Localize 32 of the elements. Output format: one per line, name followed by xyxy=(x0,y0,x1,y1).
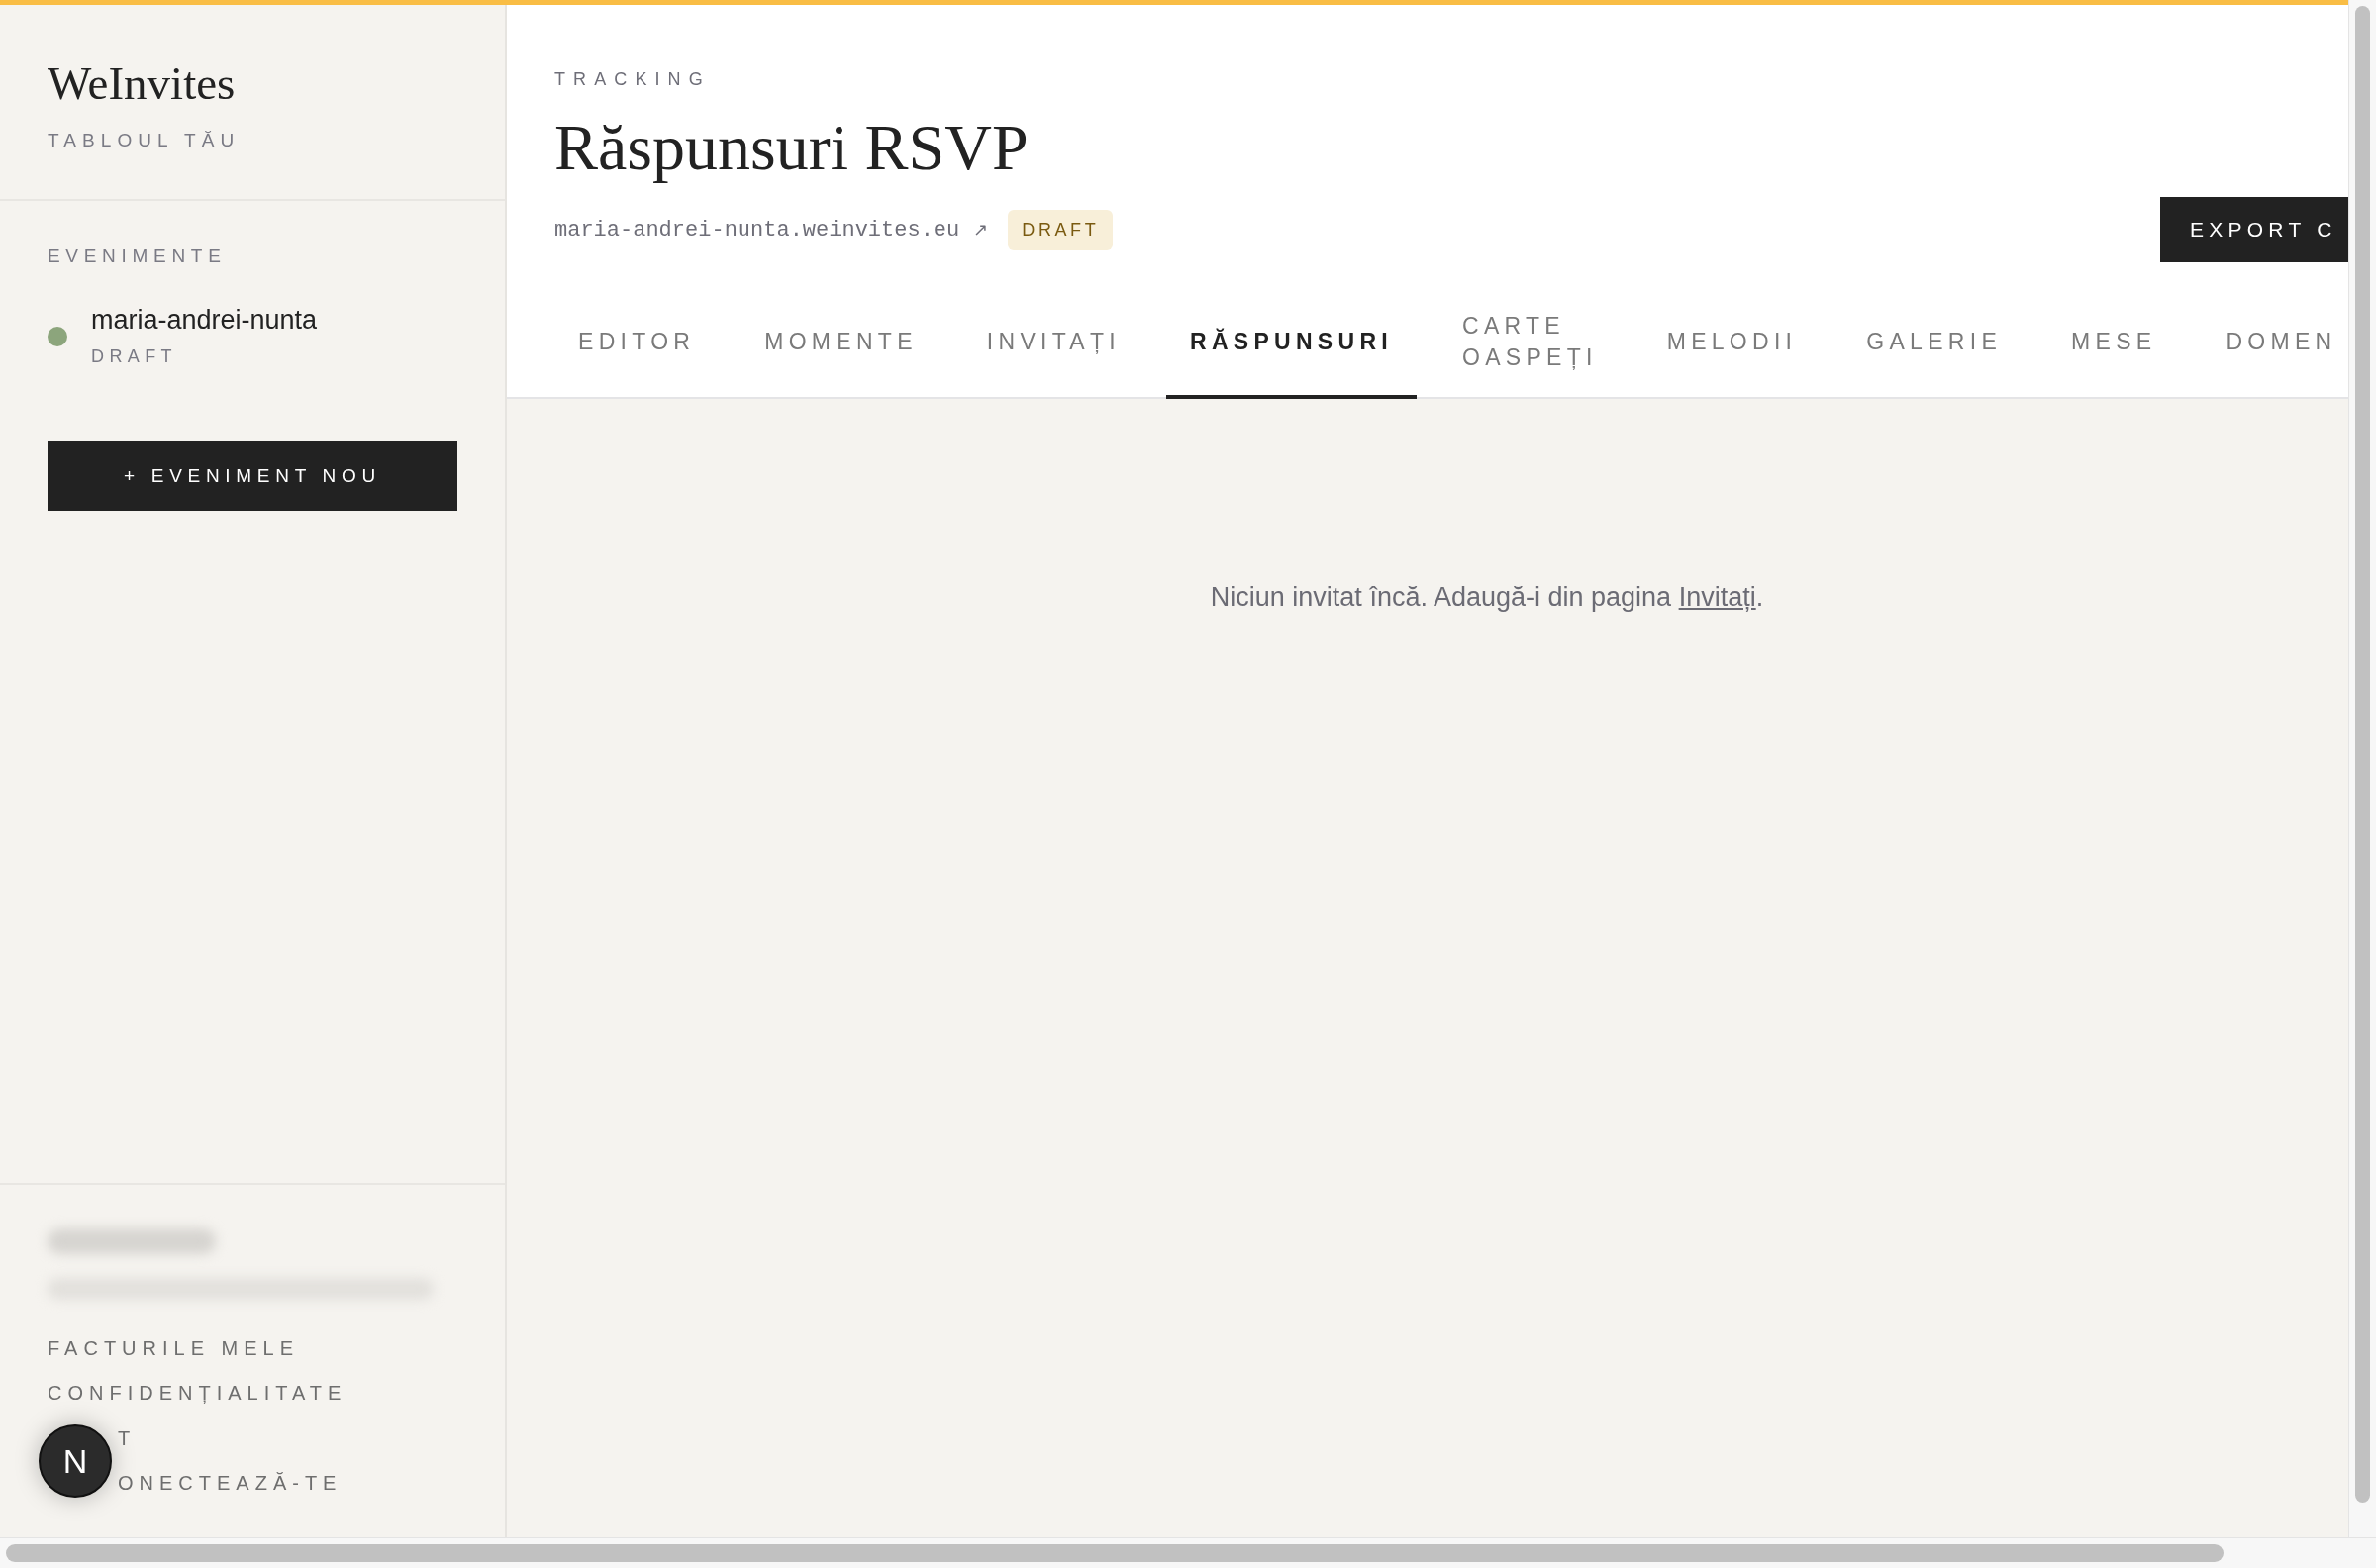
vertical-scrollbar[interactable] xyxy=(2348,0,2376,1537)
sidebar-link[interactable]: FACTURILE MELE xyxy=(48,1335,300,1362)
dev-tools-badge[interactable]: N xyxy=(39,1424,112,1498)
new-event-button[interactable]: + EVENIMENT NOU xyxy=(48,441,457,511)
event-item[interactable]: maria-andrei-nunta DRAFT xyxy=(48,304,318,370)
tab[interactable]: MOMENTE xyxy=(741,286,941,399)
site-url-link[interactable]: maria-andrei-nunta.weinvites.eu xyxy=(554,214,960,246)
tab[interactable]: INVITAȚI xyxy=(962,286,1144,399)
event-status: DRAFT xyxy=(91,344,177,368)
event-name: maria-andrei-nunta xyxy=(91,304,318,337)
scrollbar-thumb[interactable] xyxy=(2355,6,2370,1503)
tab[interactable]: RĂSPUNSURI xyxy=(1166,286,1417,399)
export-button[interactable]: EXPORT C xyxy=(2160,197,2348,262)
horizontal-scrollbar[interactable] xyxy=(0,1537,2376,1568)
status-badge: DRAFT xyxy=(1008,210,1114,250)
tab[interactable]: MESE xyxy=(2047,286,2181,399)
tab[interactable]: DOMEN xyxy=(2202,286,2348,399)
sidebar-link[interactable]: ONECTEAZĂ-TE xyxy=(118,1470,343,1497)
invitees-link[interactable]: Invitați xyxy=(1678,582,1756,612)
scrollbar-thumb[interactable] xyxy=(6,1544,2224,1562)
sidebar-link[interactable]: CONFIDENȚIALITATE xyxy=(48,1380,347,1407)
external-link-icon: ↗ xyxy=(973,217,989,244)
tab[interactable]: MELODII xyxy=(1642,286,1822,399)
tab[interactable]: CARTE OASPEȚI xyxy=(1438,286,1622,399)
app-logo: WeInvites xyxy=(48,60,236,107)
tab[interactable]: EDITOR xyxy=(554,286,720,399)
app-subtitle: TABLOUL TĂU xyxy=(48,129,241,152)
sidebar-link[interactable]: T xyxy=(118,1425,137,1452)
empty-state-message: Niciun invitat încă. Adaugă-i din pagina Invitați. xyxy=(1210,581,1764,614)
section-title: EVENIMENTE xyxy=(48,244,227,268)
page-eyebrow: TRACKING xyxy=(554,68,711,91)
tab[interactable]: GALERIE xyxy=(1842,286,2027,399)
